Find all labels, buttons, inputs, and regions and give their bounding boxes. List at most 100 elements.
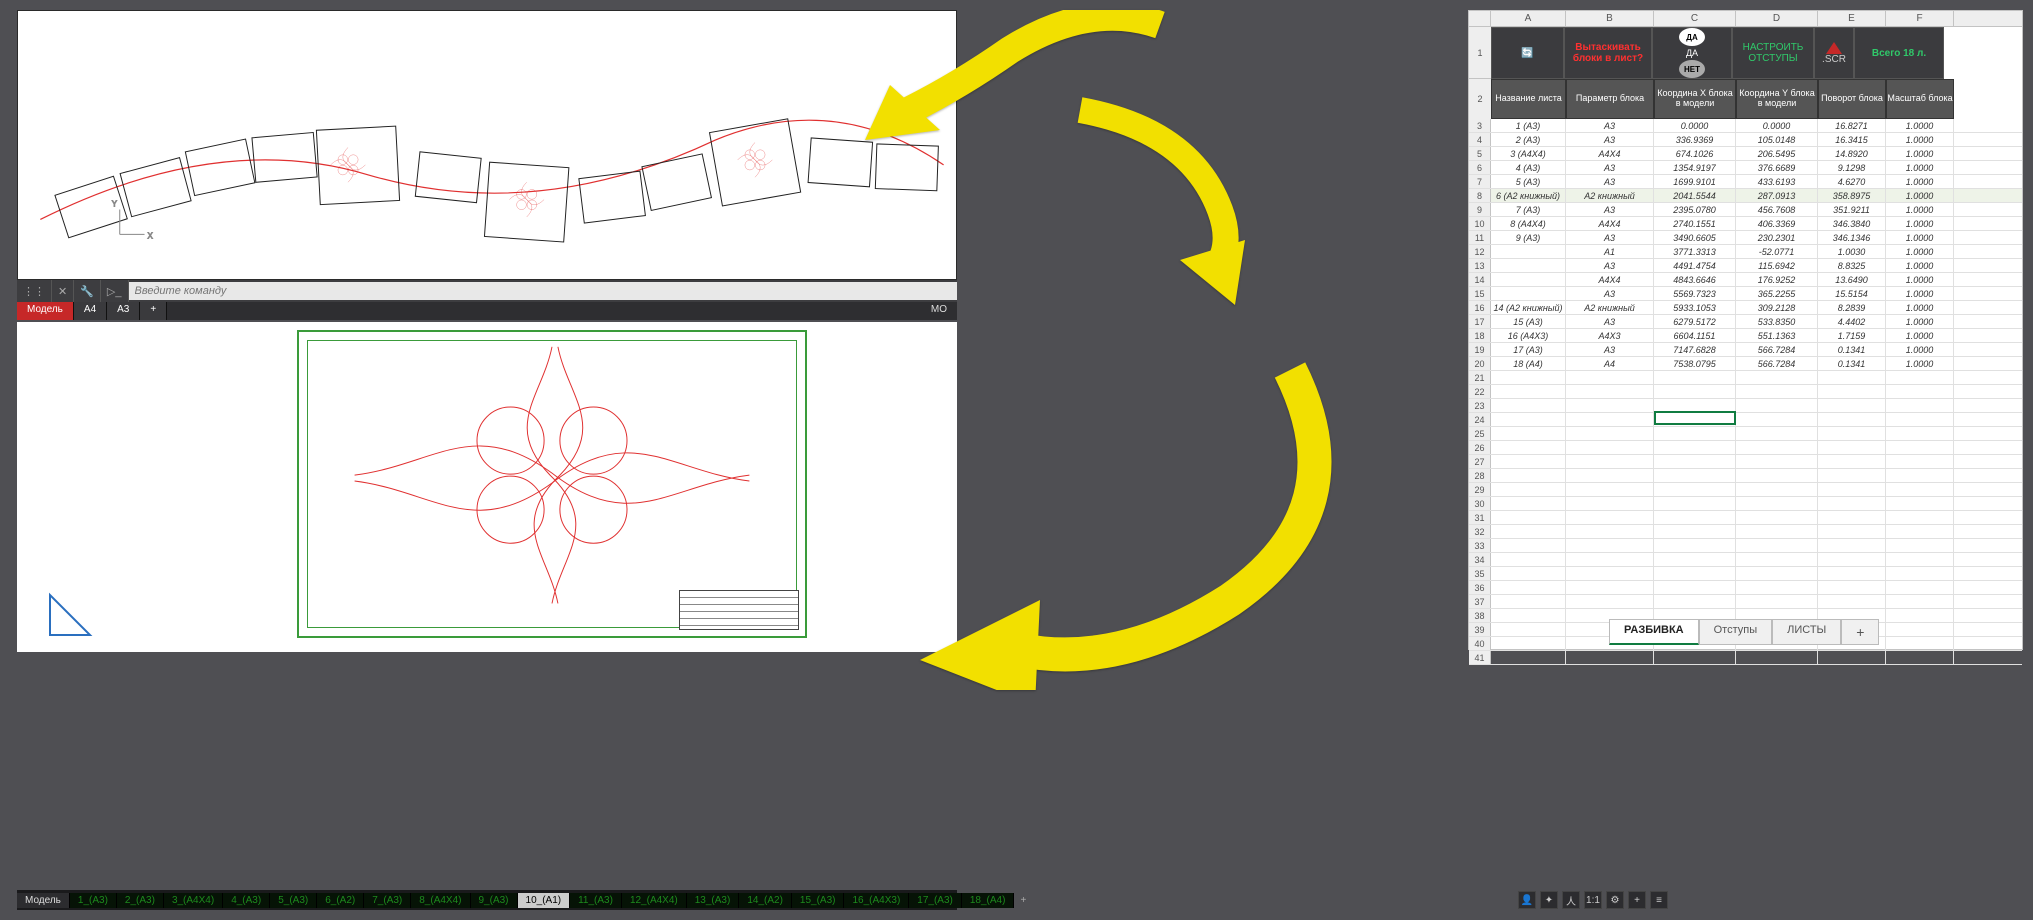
sheet-razbivka[interactable]: РАЗБИВКА [1609, 619, 1699, 645]
layout-tab[interactable]: 1_(А3) [70, 893, 117, 908]
layout-tab[interactable]: 7_(А3) [364, 893, 411, 908]
yes-button[interactable]: ДА [1679, 28, 1705, 46]
table-row[interactable]: 97 (А3)А32395.0780456.7608351.92111.0000 [1469, 203, 2022, 217]
cmd-wrench-icon[interactable]: 🔧 [74, 280, 101, 302]
table-row[interactable]: 108 (А4Х4)А4Х42740.1551406.3369346.38401… [1469, 217, 2022, 231]
hdr-param: Параметр блока [1566, 79, 1654, 119]
layout-tab[interactable]: 17_(А3) [909, 893, 962, 908]
layout-tab[interactable]: 18_(А4) [962, 893, 1015, 908]
cmd-close-icon[interactable]: ✕ [52, 280, 74, 302]
status-scale[interactable]: 1:1 [1584, 891, 1602, 909]
table-row[interactable]: 37 [1469, 595, 2022, 609]
layout-tab[interactable]: 8_(А4Х4) [411, 893, 470, 908]
sheet-sheets[interactable]: ЛИСТЫ [1772, 619, 1841, 645]
table-row[interactable]: 30 [1469, 497, 2022, 511]
table-row[interactable]: 119 (А3)А33490.6605230.2301346.13461.000… [1469, 231, 2022, 245]
layout-tab[interactable]: 3_(А4Х4) [164, 893, 223, 908]
col-C[interactable]: C [1654, 11, 1736, 26]
table-row[interactable]: 33 [1469, 539, 2022, 553]
hdr-scale: Масштаб блока [1886, 79, 1954, 119]
layout-tab[interactable]: 4_(А3) [223, 893, 270, 908]
table-row[interactable]: 53 (А4Х4)А4Х4674.1026206.549514.89201.00… [1469, 147, 2022, 161]
layout-tab[interactable]: 14_(А2) [739, 893, 792, 908]
table-row[interactable]: 1816 (А4Х3)А4Х36604.1151551.13631.71591.… [1469, 329, 2022, 343]
table-row[interactable]: 28 [1469, 469, 2022, 483]
layout-tab[interactable]: 5_(А3) [270, 893, 317, 908]
table-row[interactable]: 29 [1469, 483, 2022, 497]
table-row[interactable]: 14А4Х44843.6646176.925213.64901.0000 [1469, 273, 2022, 287]
status-axis-icon[interactable]: 人 [1562, 891, 1580, 909]
model-viewport[interactable]: XY [17, 10, 957, 280]
table-row[interactable]: 1614 (А2 книжный)А2 книжный5933.1053309.… [1469, 301, 2022, 315]
cmd-prompt-icon: ▷_ [101, 280, 129, 302]
table-row[interactable]: 34 [1469, 553, 2022, 567]
table-row[interactable]: 15А35569.7323365.225515.51541.0000 [1469, 287, 2022, 301]
table-row[interactable]: 42 (А3)А3336.9369105.014816.34151.0000 [1469, 133, 2022, 147]
sheet-tabs: РАЗБИВКА Отступы ЛИСТЫ + [1609, 619, 1879, 645]
configure-offsets-button[interactable]: НАСТРОИТЬОТСТУПЫ [1732, 27, 1814, 79]
minitab-a3[interactable]: А3 [107, 302, 140, 320]
table-row[interactable]: 75 (А3)А31699.9101433.61934.62701.0000 [1469, 175, 2022, 189]
layout-tab[interactable]: 9_(А3) [471, 893, 518, 908]
table-row[interactable]: 36 [1469, 581, 2022, 595]
mo-label: МО [921, 302, 957, 320]
status-bar: 👤 ✦ 人 1:1 ⚙ + ≡ [1518, 890, 1668, 910]
table-row[interactable]: 22 [1469, 385, 2022, 399]
table-row[interactable]: 1715 (А3)А36279.5172533.83504.44021.0000 [1469, 315, 2022, 329]
mini-tabs: Модель А4 А3 + МО [17, 302, 957, 320]
table-row[interactable]: 31 [1469, 511, 2022, 525]
no-button[interactable]: НЕТ [1679, 60, 1705, 78]
status-list-icon[interactable]: ≡ [1650, 891, 1668, 909]
col-A[interactable]: A [1491, 11, 1566, 26]
table-row[interactable]: 35 [1469, 567, 2022, 581]
layout-tab[interactable]: 12_(А4Х4) [622, 893, 687, 908]
col-E[interactable]: E [1818, 11, 1886, 26]
layout-tab[interactable]: 15_(А3) [792, 893, 845, 908]
status-person-icon[interactable]: 👤 [1518, 891, 1536, 909]
col-F[interactable]: F [1886, 11, 1954, 26]
table-row[interactable]: 25 [1469, 427, 2022, 441]
table-row[interactable]: 31 (А3)А30.00000.000016.82711.0000 [1469, 119, 2022, 133]
table-row[interactable]: 1917 (А3)А37147.6828566.72840.13411.0000 [1469, 343, 2022, 357]
arrow-icon [1060, 90, 1310, 310]
table-row[interactable]: 23 [1469, 399, 2022, 413]
scr-button[interactable]: .SCR [1814, 27, 1854, 79]
hdr-x: Координа X блока в модели [1654, 79, 1736, 119]
sheet-add[interactable]: + [1841, 619, 1879, 645]
layout-tab[interactable]: 16_(А4Х3) [844, 893, 909, 908]
total-sheets: Всего 18 л. [1854, 27, 1944, 79]
layout-tab-model[interactable]: Модель [17, 893, 70, 908]
layout-tab[interactable]: 10_(А1) [518, 893, 571, 908]
table-row[interactable]: 64 (А3)А31354.9197376.66899.12981.0000 [1469, 161, 2022, 175]
command-bar: ⋮⋮ ✕ 🔧 ▷_ [17, 280, 957, 302]
table-row[interactable]: 12А13771.3313-52.07711.00301.0000 [1469, 245, 2022, 259]
col-D[interactable]: D [1736, 11, 1818, 26]
status-gear-icon[interactable]: ⚙ [1606, 891, 1624, 909]
cmd-grip-icon[interactable]: ⋮⋮ [17, 280, 52, 302]
minitab-a4[interactable]: А4 [74, 302, 107, 320]
refresh-button[interactable]: 🔄 [1491, 27, 1564, 79]
layout-viewport[interactable] [17, 322, 957, 652]
minitab-add[interactable]: + [140, 302, 167, 320]
layout-tab[interactable]: 6_(А2) [317, 893, 364, 908]
table-row[interactable]: 32 [1469, 525, 2022, 539]
title-block [679, 590, 799, 630]
layout-tab[interactable]: 2_(А3) [117, 893, 164, 908]
status-compass-icon[interactable]: ✦ [1540, 891, 1558, 909]
table-row[interactable]: 26 [1469, 441, 2022, 455]
layout-tab[interactable]: 13_(А3) [687, 893, 740, 908]
layout-tab-add[interactable]: + [1014, 895, 1032, 906]
command-input[interactable] [129, 282, 958, 300]
table-row[interactable]: 27 [1469, 455, 2022, 469]
table-row[interactable]: 13А34491.4754115.69428.83251.0000 [1469, 259, 2022, 273]
col-B[interactable]: B [1566, 11, 1654, 26]
table-row[interactable]: 86 (А2 книжный)А2 книжный2041.5544287.09… [1469, 189, 2022, 203]
table-row[interactable]: 24 [1469, 413, 2022, 427]
minitab-model[interactable]: Модель [17, 302, 74, 320]
status-plus-icon[interactable]: + [1628, 891, 1646, 909]
table-row[interactable]: 2018 (А4)А47538.0795566.72840.13411.0000 [1469, 357, 2022, 371]
table-row[interactable]: 41 [1469, 651, 2022, 665]
sheet-offsets[interactable]: Отступы [1699, 619, 1773, 645]
layout-tab[interactable]: 11_(А3) [570, 893, 622, 908]
table-row[interactable]: 21 [1469, 371, 2022, 385]
